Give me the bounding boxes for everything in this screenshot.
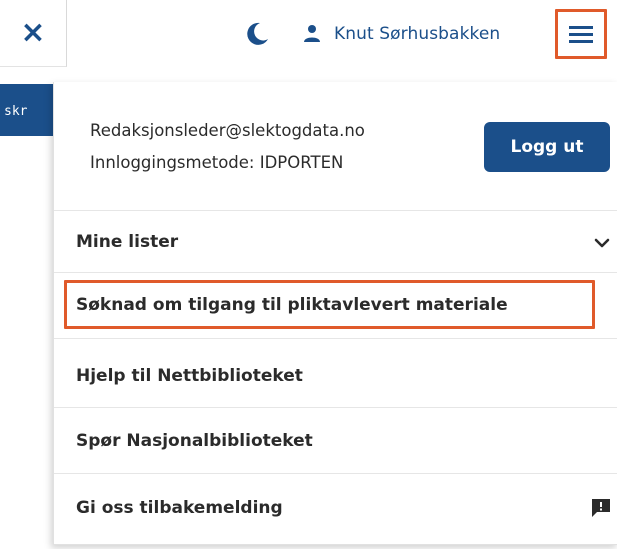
moon-icon[interactable] [243,20,271,48]
logout-button[interactable]: Logg ut [484,122,610,172]
menu-item-mine-lister[interactable]: Mine lister [76,216,604,268]
user-name: Knut Sørhusbakken [334,24,501,44]
user-menu[interactable]: Knut Sørhusbakken [304,18,500,50]
user-dropdown-menu: Redaksjonsleder@slektogdata.no Innloggin… [53,82,617,545]
menu-item-label: Mine lister [76,232,179,252]
menu-item-label: Spør Nasjonalbiblioteket [76,431,313,451]
divider [54,473,617,474]
background-search-bar: skr [0,84,53,136]
hamburger-menu-icon [569,26,593,43]
account-email: Redaksjonsleder@slektogdata.no [90,121,365,140]
menu-item-spor[interactable]: Spør Nasjonalbiblioteket [76,415,604,467]
divider [54,210,617,211]
divider [54,407,617,408]
background-text: skr [4,104,28,119]
user-icon [304,25,320,42]
chevron-down-icon[interactable] [594,238,610,248]
menu-item-hjelp[interactable]: Hjelp til Nettbiblioteket [76,350,604,402]
page: × Knut Sørhusbakken skr Redaksjonsleder@… [0,0,617,549]
close-button[interactable]: × [0,0,67,67]
menu-item-tilbakemelding[interactable]: Gi oss tilbakemelding [76,482,604,534]
close-icon: × [20,15,46,50]
divider [54,338,617,339]
hamburger-menu-button[interactable] [555,9,607,59]
menu-item-label: Gi oss tilbakemelding [76,498,283,518]
login-method: Innloggingsmetode: IDPORTEN [90,153,344,172]
highlight-box [64,280,595,329]
feedback-icon[interactable] [590,497,612,519]
divider [54,272,617,273]
menu-item-label: Hjelp til Nettbiblioteket [76,366,303,386]
